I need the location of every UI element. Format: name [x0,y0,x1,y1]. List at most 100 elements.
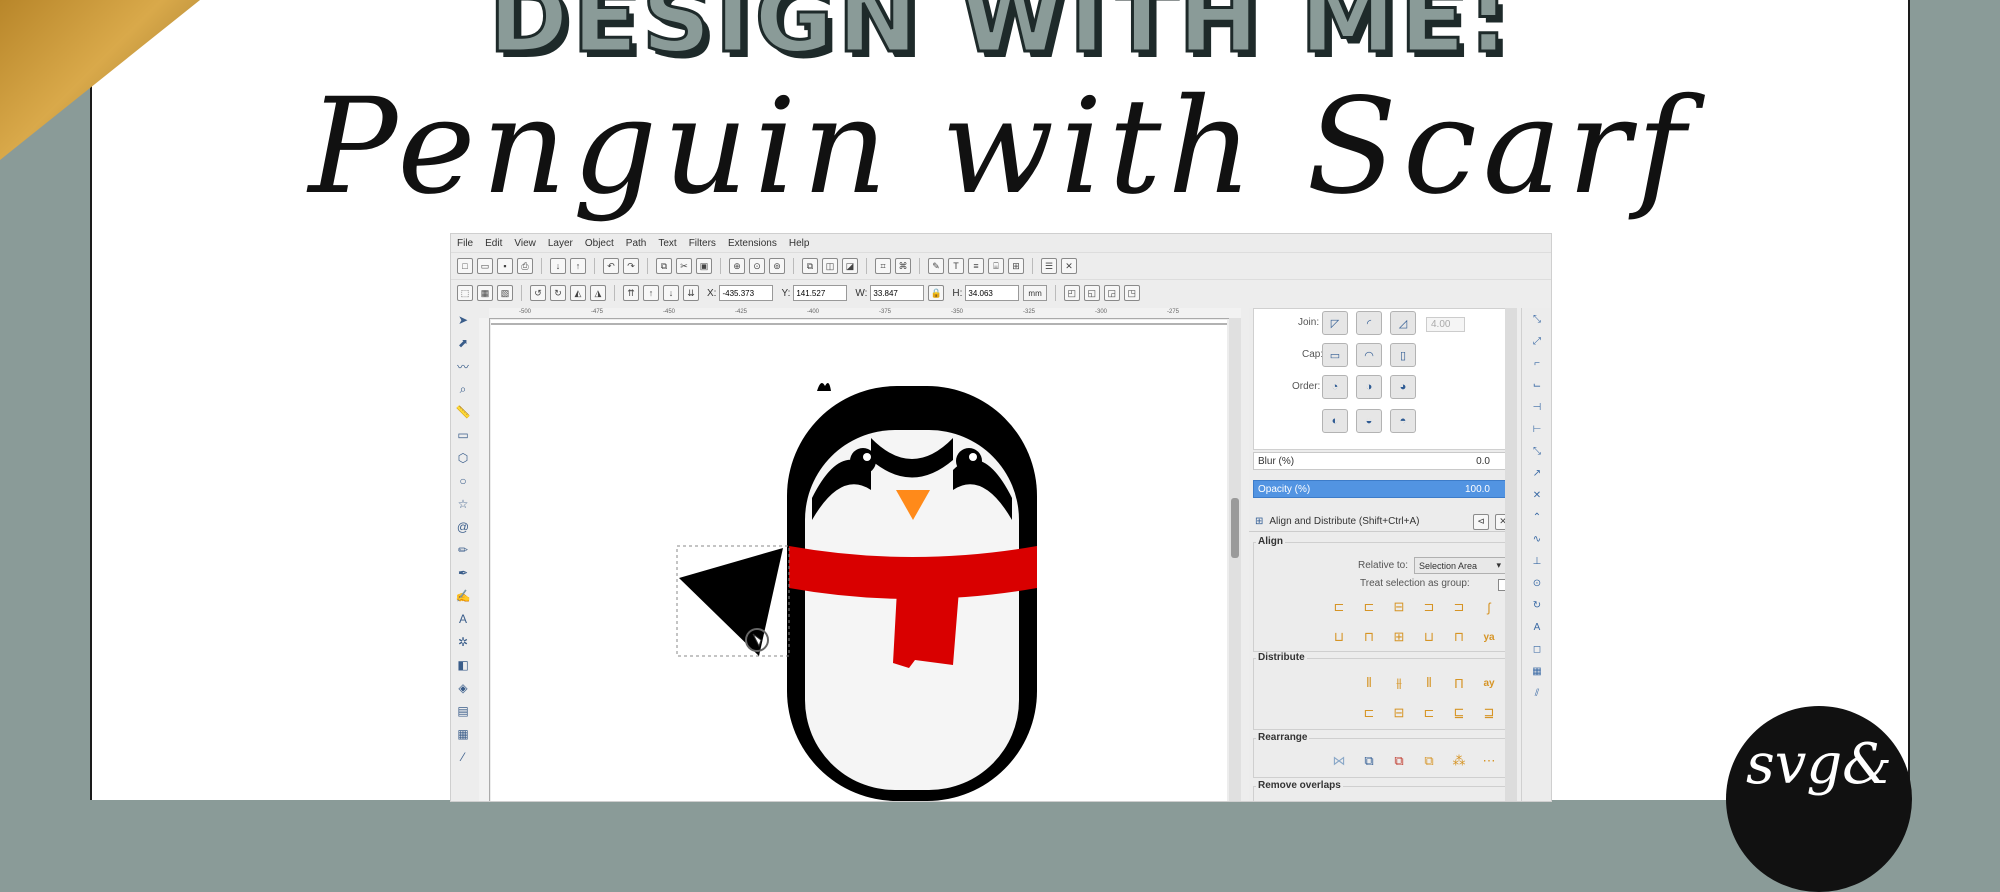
snap-page-border-icon[interactable]: ◻ [1530,642,1544,656]
preferences-icon[interactable]: ✕ [1061,258,1077,274]
dialog-minimize-icon[interactable]: ⊲ [1473,513,1489,530]
round-join-button[interactable]: ◜ [1356,311,1382,335]
exchange-positions-selection-icon[interactable]: ⧉ [1358,751,1380,771]
duplicate-icon[interactable]: ⧉ [802,258,818,274]
snap-bbox-edge-icon[interactable]: ⌐ [1530,356,1544,370]
snap-smooth-nodes-icon[interactable]: ∿ [1530,532,1544,546]
distribute-gaps-vertical-icon[interactable]: ⊑ [1448,703,1470,723]
menu-path[interactable]: Path [626,238,647,249]
align-text-anchors-horizontal-icon[interactable]: ʃ [1478,597,1500,617]
rotate-ccw-icon[interactable]: ↺ [530,285,546,301]
clone-icon[interactable]: ◫ [822,258,838,274]
select-all-layers-icon[interactable]: ▦ [477,285,493,301]
rectangle-tool-icon[interactable]: ▭ [455,427,471,443]
spray-tool-icon[interactable]: ✲ [455,634,471,650]
center-vertical-axis-icon[interactable]: ⊟ [1388,597,1410,617]
gradient-tool-icon[interactable]: ▤ [455,703,471,719]
pencil-tool-icon[interactable]: ✏ [455,542,471,558]
order-stroke-markers-fill-button[interactable]: ◒ [1356,409,1382,433]
align-top-edges-icon[interactable]: ⊓ [1358,627,1380,647]
snap-bbox-corner-icon[interactable]: ⌙ [1530,378,1544,392]
menu-edit[interactable]: Edit [485,238,502,249]
opacity-field[interactable]: Opacity (%) 100.0 [1253,480,1509,498]
text-tool-icon[interactable]: A [455,611,471,627]
new-document-icon[interactable]: □ [457,258,473,274]
pen-tool-icon[interactable]: ✒ [455,565,471,581]
snap-guide-icon[interactable]: ⫽ [1530,686,1544,700]
group-icon[interactable]: ⌗ [875,258,891,274]
lock-ratio-icon[interactable]: 🔒 [928,285,945,301]
raise-icon[interactable]: ↑ [643,285,659,301]
randomize-positions-icon[interactable]: ⁂ [1448,751,1470,771]
miter-join-button[interactable]: ◸ [1322,311,1348,335]
order-markers-stroke-fill-button[interactable]: ◓ [1390,409,1416,433]
canvas-vertical-scrollbar[interactable] [1229,318,1241,801]
scale-stroke-icon[interactable]: ◰ [1063,285,1080,301]
redo-icon[interactable]: ↷ [623,258,639,274]
flip-horizontal-icon[interactable]: ◭ [570,285,586,301]
selector-tool-icon[interactable]: ➤ [455,312,471,328]
unlink-clone-icon[interactable]: ◪ [842,258,858,274]
menu-view[interactable]: View [514,238,536,249]
snap-cusp-nodes-icon[interactable]: ⌃ [1530,510,1544,524]
relative-to-select[interactable]: Selection Area ▾ [1414,557,1506,574]
snap-bbox-center-icon[interactable]: ⊢ [1530,422,1544,436]
distribute-top-edges-icon[interactable]: ⊏ [1358,703,1380,723]
tweak-tool-icon[interactable]: 〰 [455,358,471,374]
node-tool-icon[interactable]: ⬈ [455,335,471,351]
order-stroke-fill-markers-button[interactable]: ◑ [1356,375,1382,399]
align-bottom-edges-icon[interactable]: ⊔ [1418,627,1440,647]
spiral-tool-icon[interactable]: @ [455,519,471,535]
distribute-centers-horizontal-icon[interactable]: ⫵ [1388,673,1410,693]
order-fill-stroke-markers-button[interactable]: ◔ [1322,375,1348,399]
calligraphy-tool-icon[interactable]: ✍ [455,588,471,604]
exchange-positions-stacking-icon[interactable]: ⧉ [1388,751,1410,771]
align-distribute-icon[interactable]: ⊞ [1008,258,1024,274]
text-font-icon[interactable]: T [948,258,964,274]
layers-icon[interactable]: ≡ [968,258,984,274]
align-left-edges-to-right-icon[interactable]: ⊐ [1448,597,1470,617]
3d-box-tool-icon[interactable]: ⬡ [455,450,471,466]
snap-midpoints-icon[interactable]: ⊥ [1530,554,1544,568]
width-input[interactable] [870,285,925,301]
save-icon[interactable]: ▪ [497,258,513,274]
distribute-bottom-edges-icon[interactable]: ⊏ [1418,703,1440,723]
print-icon[interactable]: ⎙ [517,258,533,274]
unclump-objects-icon[interactable]: ⋯ [1478,751,1500,771]
fill-stroke-icon[interactable]: ✎ [928,258,944,274]
align-right-edges-icon[interactable]: ⊐ [1418,597,1440,617]
eraser-tool-icon[interactable]: ◧ [455,657,471,673]
rotate-cw-icon[interactable]: ↻ [550,285,566,301]
scale-corners-icon[interactable]: ◱ [1083,285,1100,301]
menu-file[interactable]: File [457,238,473,249]
height-input[interactable] [965,285,1020,301]
cut-icon[interactable]: ✂ [676,258,692,274]
graph-layout-icon[interactable]: ⋈ [1328,751,1350,771]
ellipse-tool-icon[interactable]: ○ [455,473,471,489]
snap-grid-icon[interactable]: ▦ [1530,664,1544,678]
round-cap-button[interactable]: ◠ [1356,343,1382,367]
mesh-tool-icon[interactable]: ▦ [455,726,471,742]
menu-layer[interactable]: Layer [548,238,573,249]
bevel-join-button[interactable]: ◿ [1390,311,1416,335]
canvas-scrollbar-thumb[interactable] [1231,498,1239,558]
center-horizontal-axis-icon[interactable]: ⊞ [1388,627,1410,647]
measure-tool-icon[interactable]: 📏 [455,404,471,420]
transform-gradient-icon[interactable]: ◲ [1103,285,1120,301]
snap-intersections-icon[interactable]: ✕ [1530,488,1544,502]
distribute-left-edges-icon[interactable]: ⫴ [1358,673,1380,693]
copy-icon[interactable]: ⧉ [656,258,672,274]
zoom-drawing-icon[interactable]: ⊙ [749,258,765,274]
document-properties-icon[interactable]: ☰ [1041,258,1057,274]
menu-extensions[interactable]: Extensions [728,238,777,249]
y-input[interactable] [793,285,848,301]
xml-editor-icon[interactable]: ⌸ [988,258,1004,274]
menu-object[interactable]: Object [585,238,614,249]
snap-bbox-icon[interactable]: ⤢ [1530,334,1544,348]
align-bottom-to-top-icon[interactable]: ⊔ [1328,627,1350,647]
zoom-selection-icon[interactable]: ⊕ [729,258,745,274]
ungroup-icon[interactable]: ⌘ [895,258,911,274]
order-fill-markers-stroke-button[interactable]: ◕ [1390,375,1416,399]
zoom-tool-icon[interactable]: ⌕ [455,381,471,397]
exchange-positions-clockwise-icon[interactable]: ⧉ [1418,751,1440,771]
